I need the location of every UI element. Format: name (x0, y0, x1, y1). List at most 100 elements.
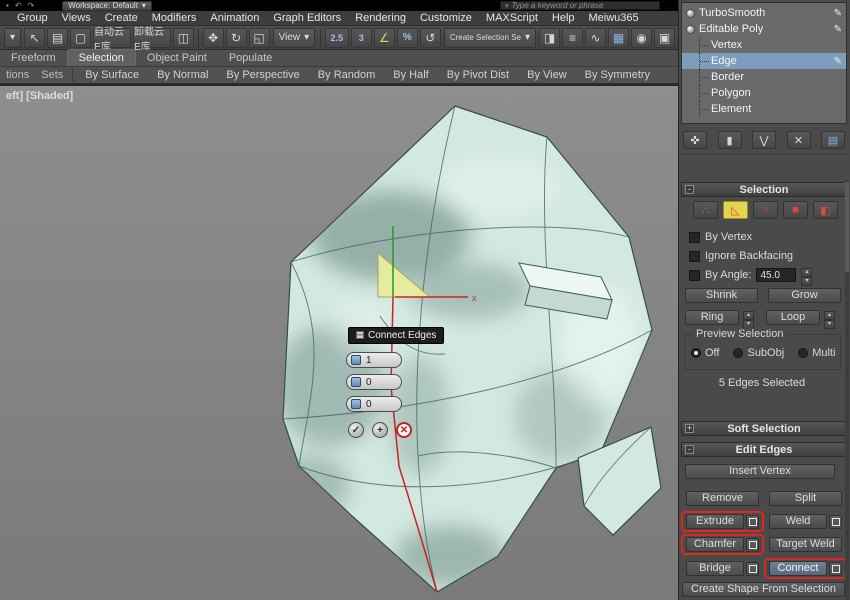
remove-button[interactable]: Remove (686, 491, 759, 506)
weld-button[interactable]: Weld (769, 514, 827, 529)
tab-selection[interactable]: Selection (67, 49, 136, 66)
infocenter-search[interactable]: ▾ Type a keyword or phrase (500, 1, 660, 10)
chamfer-settings-button[interactable] (746, 538, 759, 552)
insert-vertex-button[interactable]: Insert Vertex (685, 464, 835, 479)
by-half-button[interactable]: By Half (384, 67, 437, 83)
preview-off-radio[interactable]: Off (691, 347, 719, 359)
by-angle-field[interactable]: 45.0 (756, 268, 796, 282)
mirror-button[interactable]: ◨ (539, 28, 560, 48)
menu-rendering[interactable]: Rendering (348, 11, 413, 26)
select-and-rotate-button[interactable]: ↻ (226, 28, 247, 48)
unload-cloud-library-button[interactable]: 卸载云E库 (133, 28, 171, 48)
weld-settings-button[interactable] (829, 515, 842, 529)
viewport[interactable]: eft] [Shaded] (0, 86, 678, 600)
bridge-settings-button[interactable] (746, 562, 759, 576)
selection-filter-dropdown[interactable]: ▾ (4, 28, 21, 48)
tab-object-paint[interactable]: Object Paint (136, 50, 218, 66)
by-random-button[interactable]: By Random (309, 67, 384, 83)
by-view-button[interactable]: By View (518, 67, 576, 83)
caddy-ok-button[interactable]: ✓ (348, 422, 364, 438)
menu-meiwu365[interactable]: Meiwu365 (582, 11, 646, 26)
workspace-dropdown[interactable]: Workspace: Default ▾ (62, 1, 152, 11)
curve-editor-button[interactable]: ∿ (585, 28, 606, 48)
spinner-snap-button[interactable]: ↺ (420, 28, 441, 48)
preview-subobj-radio[interactable]: SubObj (733, 347, 784, 359)
border-subobject-button[interactable]: ○ (753, 201, 778, 219)
remove-modifier-button[interactable]: ✕ (787, 131, 811, 149)
shrink-button[interactable]: Shrink (685, 288, 758, 303)
stack-item-turbosmooth[interactable]: TurboSmooth ✎ (682, 5, 846, 21)
chamfer-button[interactable]: Chamfer (686, 537, 744, 552)
by-perspective-button[interactable]: By Perspective (217, 67, 308, 83)
menu-views[interactable]: Views (55, 11, 98, 26)
reference-coordinate-dropdown[interactable]: View ▾ (273, 28, 316, 48)
by-symmetry-button[interactable]: By Symmetry (576, 67, 659, 83)
modifier-onoff-icon[interactable] (686, 9, 695, 18)
save-icon[interactable]: ▪ (6, 1, 9, 10)
caddy-cancel-button[interactable]: ✕ (396, 422, 412, 438)
stack-item-editable-poly[interactable]: Editable Poly ✎ (682, 21, 846, 37)
menu-help[interactable]: Help (545, 11, 582, 26)
material-editor-button[interactable]: ◉ (631, 28, 652, 48)
menu-modifiers[interactable]: Modifiers (145, 11, 204, 26)
selection-rollout-header[interactable]: - Selection (681, 182, 847, 197)
extrude-button[interactable]: Extrude (686, 514, 744, 529)
select-object-button[interactable]: ↖ (24, 28, 45, 48)
select-and-scale-button[interactable]: ◱ (249, 28, 270, 48)
ribbon-sets-label[interactable]: Sets (35, 69, 69, 81)
vertex-subobject-button[interactable]: ∴ (693, 201, 718, 219)
connect-settings-button[interactable] (829, 562, 842, 576)
segments-field[interactable]: 1 (346, 352, 402, 368)
stack-item-border[interactable]: Border (682, 69, 846, 85)
menu-create[interactable]: Create (98, 11, 145, 26)
tab-freeform[interactable]: Freeform (0, 50, 67, 66)
stack-item-element[interactable]: Element (682, 101, 846, 117)
edit-edges-rollout-header[interactable]: - Edit Edges (681, 442, 847, 457)
by-surface-button[interactable]: By Surface (76, 67, 148, 83)
viewport-label[interactable]: eft] [Shaded] (6, 90, 73, 102)
edge-subobject-button[interactable]: ◺ (723, 201, 748, 219)
polygon-subobject-button[interactable]: ■ (783, 201, 808, 219)
render-setup-button[interactable]: ▣ (654, 28, 675, 48)
preview-multi-radio[interactable]: Multi (798, 347, 835, 359)
by-angle-checkbox[interactable] (689, 270, 700, 281)
ring-button[interactable]: Ring (685, 310, 739, 325)
menu-group[interactable]: Group (10, 11, 55, 26)
menu-animation[interactable]: Animation (203, 11, 266, 26)
percent-snap-button[interactable]: % (397, 28, 418, 48)
show-end-result-button[interactable]: ▮ (718, 131, 742, 149)
panel-scrollbar-thumb[interactable] (845, 182, 849, 272)
undo-icon[interactable]: ↶ (15, 1, 22, 10)
menu-customize[interactable]: Customize (413, 11, 479, 26)
element-subobject-button[interactable]: ◧ (813, 201, 838, 219)
stack-item-polygon[interactable]: Polygon (682, 85, 846, 101)
ignore-backfacing-checkbox[interactable] (689, 251, 700, 262)
by-vertex-checkbox[interactable] (689, 232, 700, 243)
pinch-field[interactable]: 0 (346, 374, 402, 390)
auto-cloud-library-button[interactable]: 自动云E库 (93, 28, 131, 48)
align-button[interactable]: ≡ (562, 28, 583, 48)
caddy-apply-button[interactable]: + (372, 422, 388, 438)
schematic-view-button[interactable]: ▦ (608, 28, 629, 48)
menu-graph-editors[interactable]: Graph Editors (266, 11, 348, 26)
snap-toggle-25-button[interactable]: 2.5 (325, 28, 349, 48)
window-crossing-toggle[interactable]: ◫ (173, 28, 194, 48)
rectangular-region-button[interactable]: ▢ (70, 28, 91, 48)
loop-button[interactable]: Loop (766, 310, 820, 325)
select-and-move-button[interactable]: ✥ (203, 28, 224, 48)
stack-item-vertex[interactable]: Vertex (682, 37, 846, 53)
menu-maxscript[interactable]: MAXScript (479, 11, 545, 26)
redo-icon[interactable]: ↷ (28, 1, 35, 10)
pin-stack-button[interactable]: ✜ (683, 131, 707, 149)
by-normal-button[interactable]: By Normal (148, 67, 217, 83)
target-weld-button[interactable]: Target Weld (769, 537, 842, 552)
make-unique-button[interactable]: ⋁ (752, 131, 776, 149)
tab-populate[interactable]: Populate (218, 50, 283, 66)
create-shape-from-selection-button[interactable]: Create Shape From Selection (682, 582, 845, 597)
angle-snap-button[interactable]: ∠ (374, 28, 395, 48)
slide-field[interactable]: 0 (346, 396, 402, 412)
by-pivot-dist-button[interactable]: By Pivot Dist (438, 67, 518, 83)
extrude-settings-button[interactable] (746, 515, 759, 529)
named-selection-set-dropdown[interactable]: Create Selection Se ▾ (444, 28, 536, 48)
loop-spinner[interactable]: ▴ ▾ (824, 311, 835, 325)
